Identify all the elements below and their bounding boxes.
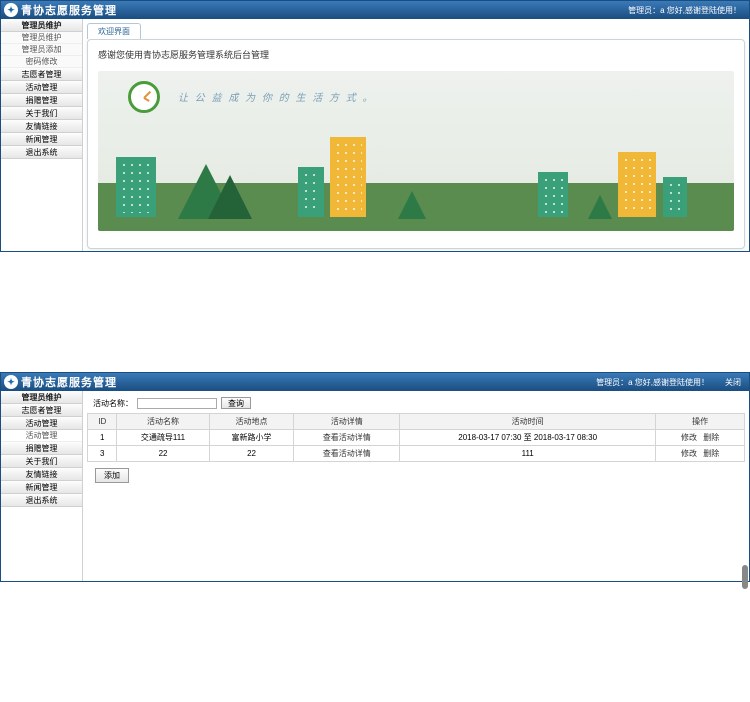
- app-window-activity: ✦ 青协志愿服务管理 管理员：a 您好,感谢登陆使用！ 关闭 管理员维护 志愿者…: [0, 372, 750, 582]
- search-button[interactable]: 查询: [221, 397, 251, 409]
- app-title: 青协志愿服务管理: [21, 2, 117, 18]
- sidebar-item-admin[interactable]: 管理员维护: [1, 391, 82, 404]
- sidebar-item-about[interactable]: 关于我们: [1, 107, 82, 120]
- sidebar: 管理员维护 管理员维护 管理员添加 密码修改 志愿者管理 活动管理 捐赠管理 关…: [1, 19, 83, 251]
- sidebar-item-donate[interactable]: 捐赠管理: [1, 94, 82, 107]
- activity-table: ID 活动名称 活动地点 活动详情 活动时间 操作 1 交通疏导111 富新路小…: [87, 413, 745, 462]
- cell-time: 2018-03-17 07:30 至 2018-03-17 08:30: [400, 430, 656, 446]
- sidebar-item-activity[interactable]: 活动管理: [1, 417, 82, 430]
- sidebar-group-admin[interactable]: 管理员维护: [1, 19, 82, 32]
- cell-time: 111: [400, 446, 656, 462]
- sidebar-item-news[interactable]: 新闻管理: [1, 133, 82, 146]
- building-icon: [116, 157, 156, 217]
- sidebar-item-volunteer[interactable]: 志愿者管理: [1, 404, 82, 417]
- tree-icon: [208, 175, 252, 219]
- sidebar-item-donate[interactable]: 捐赠管理: [1, 442, 82, 455]
- sidebar-sub-activity[interactable]: 活动管理: [1, 430, 82, 442]
- sidebar-sub-admin-maintain[interactable]: 管理员维护: [1, 32, 82, 44]
- welcome-text: 感谢您使用青协志愿服务管理系统后台管理: [98, 48, 734, 61]
- cell-name: 交通疏导111: [117, 430, 209, 446]
- detail-link[interactable]: 查看活动详情: [323, 449, 371, 458]
- th-time: 活动时间: [400, 414, 656, 430]
- welcome-panel: 感谢您使用青协志愿服务管理系统后台管理 让 公 益 成 为 你 的 生 活 方 …: [87, 39, 745, 249]
- cell-place: 22: [209, 446, 294, 462]
- th-place: 活动地点: [209, 414, 294, 430]
- search-input[interactable]: [137, 398, 217, 409]
- logo-icon: ✦: [4, 375, 18, 389]
- logo-icon: ✦: [4, 3, 18, 17]
- main-area: 活动名称： 查询 ID 活动名称 活动地点 活动详情 活动时间 操作 1 交通疏…: [83, 391, 749, 581]
- table-row: 1 交通疏导111 富新路小学 查看活动详情 2018-03-17 07:30 …: [88, 430, 745, 446]
- th-id: ID: [88, 414, 117, 430]
- edit-link[interactable]: 修改: [681, 449, 697, 458]
- delete-link[interactable]: 删除: [703, 433, 719, 442]
- main-area: 欢迎界面 感谢您使用青协志愿服务管理系统后台管理 让 公 益 成 为 你 的 生…: [83, 19, 749, 251]
- app-window-welcome: ✦ 青协志愿服务管理 管理员：a 您好,感谢登陆使用！ 管理员维护 管理员维护 …: [0, 0, 750, 252]
- table-header-row: ID 活动名称 活动地点 活动详情 活动时间 操作: [88, 414, 745, 430]
- sidebar-item-activity[interactable]: 活动管理: [1, 81, 82, 94]
- tab-welcome[interactable]: 欢迎界面: [87, 23, 141, 39]
- app-title: 青协志愿服务管理: [21, 374, 117, 390]
- close-button[interactable]: 关闭: [725, 377, 741, 388]
- building-icon: [618, 152, 656, 217]
- sidebar-sub-admin-add[interactable]: 管理员添加: [1, 44, 82, 56]
- tree-icon: [398, 191, 426, 219]
- sidebar-item-about[interactable]: 关于我们: [1, 455, 82, 468]
- slogan-text: 让 公 益 成 为 你 的 生 活 方 式 。: [178, 89, 375, 104]
- sidebar-item-exit[interactable]: 退出系统: [1, 146, 82, 159]
- top-bar: ✦ 青协志愿服务管理 管理员：a 您好,感谢登陆使用！: [1, 1, 749, 19]
- edit-link[interactable]: 修改: [681, 433, 697, 442]
- building-icon: [538, 172, 568, 217]
- sidebar-item-links[interactable]: 友情链接: [1, 120, 82, 133]
- building-icon: [330, 137, 366, 217]
- sidebar: 管理员维护 志愿者管理 活动管理 活动管理 捐赠管理 关于我们 友情链接 新闻管…: [1, 391, 83, 581]
- top-bar: ✦ 青协志愿服务管理 管理员：a 您好,感谢登陆使用！ 关闭: [1, 373, 749, 391]
- user-info: 管理员：a 您好,感谢登陆使用！: [628, 5, 741, 16]
- tree-icon: [588, 195, 612, 219]
- sidebar-item-links[interactable]: 友情链接: [1, 468, 82, 481]
- th-name: 活动名称: [117, 414, 209, 430]
- detail-link[interactable]: 查看活动详情: [323, 433, 371, 442]
- cell-place: 富新路小学: [209, 430, 294, 446]
- table-row: 3 22 22 查看活动详情 111 修改 删除: [88, 446, 745, 462]
- sidebar-sub-password[interactable]: 密码修改: [1, 56, 82, 68]
- th-ops: 操作: [656, 414, 745, 430]
- delete-link[interactable]: 删除: [703, 449, 719, 458]
- search-bar: 活动名称： 查询: [87, 393, 745, 413]
- sidebar-item-news[interactable]: 新闻管理: [1, 481, 82, 494]
- clock-icon: [128, 81, 160, 113]
- building-icon: [298, 167, 324, 217]
- cell-id: 3: [88, 446, 117, 462]
- th-detail: 活动详情: [294, 414, 400, 430]
- welcome-banner: 让 公 益 成 为 你 的 生 活 方 式 。: [98, 71, 734, 231]
- sidebar-item-exit[interactable]: 退出系统: [1, 494, 82, 507]
- cell-name: 22: [117, 446, 209, 462]
- scrollbar-thumb[interactable]: [742, 565, 748, 589]
- building-icon: [663, 177, 687, 217]
- sidebar-item-volunteer[interactable]: 志愿者管理: [1, 68, 82, 81]
- user-info: 管理员：a 您好,感谢登陆使用！: [596, 377, 709, 388]
- cell-id: 1: [88, 430, 117, 446]
- add-button[interactable]: 添加: [95, 468, 129, 483]
- search-label: 活动名称：: [93, 398, 133, 409]
